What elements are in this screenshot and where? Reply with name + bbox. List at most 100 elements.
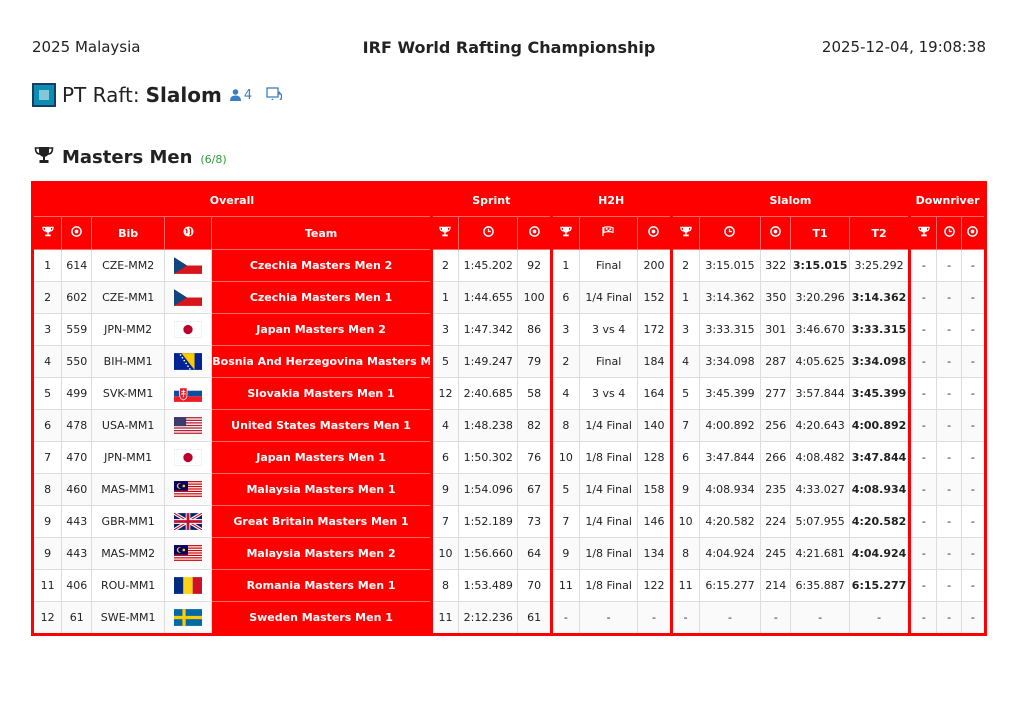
downriver-time-cell: - [936, 249, 962, 282]
col-downriver-rank [908, 216, 938, 250]
slalom-time-cell: 6:15.277 [698, 569, 762, 602]
slalom-points-cell: 287 [760, 345, 792, 378]
sprint-time-cell: 1:52.189 [458, 505, 519, 538]
slalom-time-cell: 4:20.582 [698, 505, 762, 538]
bib-cell: ROU-MM1 [91, 569, 165, 602]
points-cell: 602 [61, 281, 93, 314]
slalom-points-cell: 301 [760, 313, 792, 346]
flag-sk-icon [174, 385, 203, 402]
downriver-rank-cell: - [908, 377, 938, 410]
downriver-points-cell: - [960, 569, 987, 602]
flag-ba-icon [174, 353, 203, 370]
sprint-rank-cell: 12 [429, 377, 460, 410]
slalom-rank-cell: 11 [669, 569, 700, 602]
team-cell[interactable]: Sweden Masters Men 1 [211, 601, 432, 635]
rank-cell: 11 [31, 569, 63, 602]
discipline-name: Slalom [145, 83, 222, 107]
refresh-icon[interactable] [266, 86, 283, 104]
flag-cell [163, 377, 213, 410]
downriver-rank-cell: - [908, 473, 938, 506]
team-cell[interactable]: Czechia Masters Men 2 [211, 249, 432, 282]
rank-cell: 3 [31, 313, 63, 346]
slalom-points-cell: 277 [760, 377, 792, 410]
sprint-rank-cell: 5 [429, 345, 460, 378]
flag-se-icon [174, 609, 203, 626]
timestamp: 2025-12-04, 19:08:38 [821, 38, 986, 56]
h2h-points-cell: 152 [637, 281, 672, 314]
people-count[interactable]: 4 [229, 87, 253, 103]
sprint-points-cell: 73 [517, 505, 552, 538]
team-cell[interactable]: Malaysia Masters Men 2 [211, 537, 432, 570]
col-slalom-time [698, 216, 762, 250]
downriver-points-cell: - [960, 601, 987, 635]
slalom-rank-cell: 8 [669, 537, 700, 570]
trophy-icon [918, 226, 930, 240]
people-count-value: 4 [243, 87, 253, 103]
table-row: 1 614 CZE-MM2 Czechia Masters Men 2 2 1:45.20… [31, 249, 987, 282]
flag-us-icon [174, 417, 203, 434]
sprint-time-cell: 2:40.685 [458, 377, 519, 410]
team-cell[interactable]: Bosnia And Herzegovina Masters Men 1 [211, 345, 432, 378]
downriver-points-cell: - [960, 473, 987, 506]
bib-cell: SWE-MM1 [91, 601, 165, 635]
team-cell[interactable]: Romania Masters Men 1 [211, 569, 432, 602]
slalom-rank-cell: 6 [669, 441, 700, 474]
bib-cell: MAS-MM2 [91, 537, 165, 570]
points-cell: 406 [61, 569, 93, 602]
h2h-round-cell: 3 vs 4 [578, 313, 639, 346]
flag-cell [163, 601, 213, 635]
flag-cell [163, 505, 213, 538]
downriver-rank-cell: - [908, 409, 938, 442]
flag-cell [163, 441, 213, 474]
flag-cell [163, 281, 213, 314]
t2-cell: 3:45.399 [848, 377, 911, 410]
slalom-points-cell: 224 [760, 505, 792, 538]
sprint-rank-cell: 1 [429, 281, 460, 314]
h2h-points-cell: 184 [637, 345, 672, 378]
col-bib: Bib [91, 216, 165, 250]
slalom-rank-cell: 9 [669, 473, 700, 506]
team-cell[interactable]: Japan Masters Men 2 [211, 313, 432, 346]
sprint-time-cell: 1:44.655 [458, 281, 519, 314]
group-h2h: H2H [549, 182, 672, 217]
slalom-time-cell: 3:34.098 [698, 345, 762, 378]
downriver-rank-cell: - [908, 441, 938, 474]
h2h-rank-cell: 3 [549, 313, 580, 346]
downriver-points-cell: - [960, 249, 987, 282]
t1-cell: 3:46.670 [790, 313, 850, 346]
boat-class: PT Raft: [62, 83, 140, 107]
slalom-time-cell: - [698, 601, 762, 635]
h2h-round-cell: Final [578, 345, 639, 378]
t1-cell: 3:57.844 [790, 377, 850, 410]
slalom-time-cell: 3:14.362 [698, 281, 762, 314]
trophy-icon [439, 226, 452, 240]
rank-cell: 4 [31, 345, 63, 378]
flag-cell [163, 345, 213, 378]
slalom-points-cell: 235 [760, 473, 792, 506]
t2-cell: 6:15.277 [848, 569, 911, 602]
table-row: 6 478 USA-MM1 United States Masters Men 141… [31, 409, 987, 442]
clock-icon [724, 226, 736, 240]
team-cell[interactable]: Czechia Masters Men 1 [211, 281, 432, 314]
t2-cell: 4:00.892 [848, 409, 911, 442]
sprint-rank-cell: 8 [429, 569, 460, 602]
points-cell: 614 [61, 249, 93, 282]
t1-cell: 4:05.625 [790, 345, 850, 378]
sprint-time-cell: 1:54.096 [458, 473, 519, 506]
downriver-time-cell: - [936, 313, 962, 346]
team-cell[interactable]: Great Britain Masters Men 1 [211, 505, 432, 538]
col-t2: T2 [848, 216, 911, 250]
team-cell[interactable]: United States Masters Men 1 [211, 409, 432, 442]
h2h-round-cell: 1/8 Final [578, 441, 639, 474]
team-cell[interactable]: Japan Masters Men 1 [211, 441, 432, 474]
slalom-rank-cell: 7 [669, 409, 700, 442]
sprint-points-cell: 86 [517, 313, 552, 346]
rank-cell: 9 [31, 505, 63, 538]
team-cell[interactable]: Slovakia Masters Men 1 [211, 377, 432, 410]
h2h-rank-cell: 10 [549, 441, 580, 474]
team-cell[interactable]: Malaysia Masters Men 1 [211, 473, 432, 506]
bib-cell: JPN-MM1 [91, 441, 165, 474]
rank-cell: 12 [31, 601, 63, 635]
flag-my-icon [174, 481, 203, 498]
slalom-points-cell: - [760, 601, 792, 635]
